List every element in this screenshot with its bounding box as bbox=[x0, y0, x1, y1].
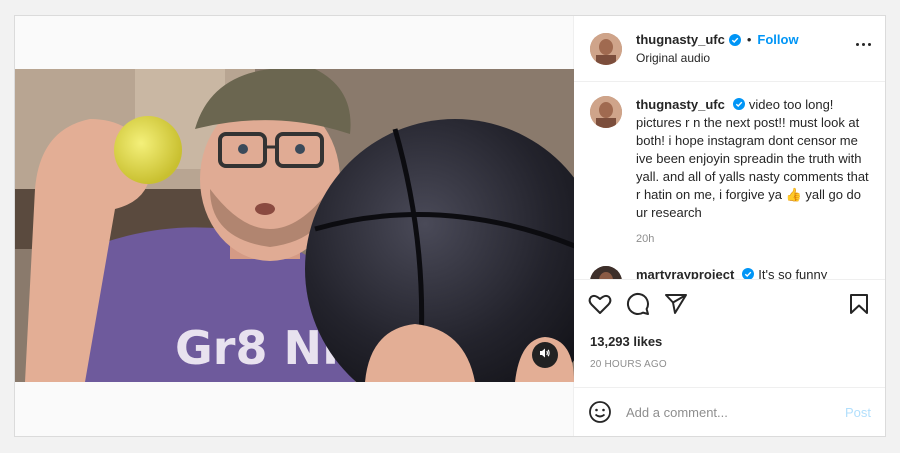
post-header: thugnasty_ufc • Follow Original audio bbox=[574, 16, 885, 82]
original-audio-link[interactable]: Original audio bbox=[636, 51, 799, 65]
comment-text: It's so funny bbox=[758, 267, 828, 280]
post-dialog: Gr8 NRG thugnasty_ufc • Follow Original … bbox=[14, 15, 886, 437]
bookmark-icon[interactable] bbox=[847, 292, 871, 316]
comment-icon[interactable] bbox=[626, 292, 650, 316]
likes-count[interactable]: 13,293 likes bbox=[590, 334, 662, 349]
author-username-link[interactable]: thugnasty_ufc bbox=[636, 32, 725, 47]
caption-avatar[interactable] bbox=[590, 96, 622, 128]
tennis-ball bbox=[114, 116, 182, 184]
comments-list[interactable]: thugnasty_ufc video too long! pictures r … bbox=[574, 82, 885, 280]
post-video[interactable]: Gr8 NRG bbox=[15, 69, 574, 382]
post-comment-button[interactable]: Post bbox=[845, 405, 871, 420]
comment-input[interactable] bbox=[626, 404, 845, 420]
caption-username-link[interactable]: thugnasty_ufc bbox=[636, 97, 725, 112]
post-timestamp[interactable]: 20 HOURS AGO bbox=[590, 359, 667, 370]
share-icon[interactable] bbox=[664, 292, 688, 316]
comment-like-heart-icon[interactable] bbox=[859, 278, 871, 279]
verified-badge-icon bbox=[732, 98, 745, 110]
speaker-icon bbox=[539, 346, 551, 364]
emoji-icon[interactable] bbox=[588, 400, 612, 424]
verified-badge-icon bbox=[742, 268, 755, 279]
video-frame: Gr8 NRG bbox=[15, 69, 574, 382]
commenter-avatar[interactable] bbox=[590, 266, 622, 279]
comment-item: martyrayproject It's so funny bbox=[574, 248, 885, 280]
separator-dot: • bbox=[746, 32, 752, 47]
commenter-username-link[interactable]: martyrayproject bbox=[636, 267, 734, 279]
verified-badge-icon bbox=[728, 33, 741, 46]
post-sidebar: thugnasty_ufc • Follow Original audio th… bbox=[574, 16, 885, 436]
heart-icon[interactable] bbox=[588, 292, 612, 316]
caption-text: video too long! pictures r n the next po… bbox=[636, 97, 869, 220]
mute-toggle-button[interactable] bbox=[532, 342, 558, 368]
follow-button[interactable]: Follow bbox=[757, 32, 798, 47]
caption-timestamp[interactable]: 20h bbox=[636, 230, 869, 248]
action-bar bbox=[588, 292, 871, 316]
media-panel: Gr8 NRG bbox=[15, 16, 574, 436]
more-options-icon[interactable] bbox=[856, 43, 871, 46]
post-caption: thugnasty_ufc video too long! pictures r … bbox=[574, 82, 885, 248]
add-comment-bar: Post bbox=[574, 387, 885, 436]
author-avatar[interactable] bbox=[590, 32, 622, 65]
